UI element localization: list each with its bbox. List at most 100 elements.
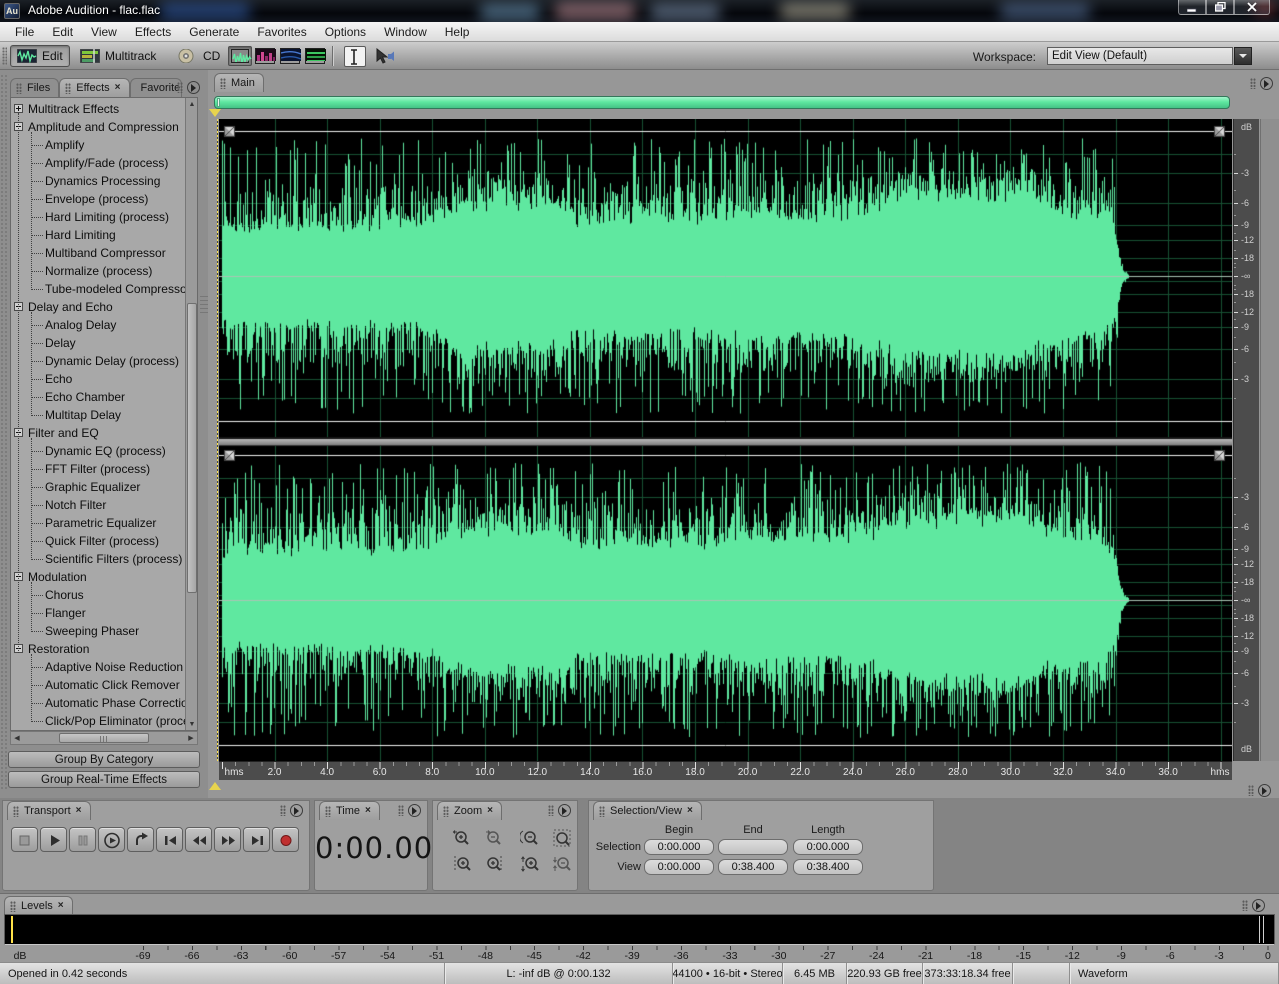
vscroll-thumb[interactable] (187, 303, 197, 593)
spectral-pan-view-button[interactable] (278, 46, 302, 66)
tree-effect-item[interactable]: Dynamic EQ (process) (11, 442, 185, 460)
menu-generate[interactable]: Generate (180, 23, 248, 41)
panel-menu-button[interactable] (187, 81, 200, 94)
tab-favorites[interactable]: Favorites (130, 78, 182, 97)
tree-effect-item[interactable]: Hard Limiting (process) (11, 208, 185, 226)
scrub-tool-button[interactable] (374, 46, 396, 67)
menu-help[interactable]: Help (436, 23, 479, 41)
selection-length-field[interactable]: 0:00.000 (793, 839, 863, 855)
panel-menu-button[interactable] (1258, 784, 1271, 797)
tree-effect-item[interactable]: Hard Limiting (11, 226, 185, 244)
timeline-ruler[interactable]: hms2.04.06.08.010.012.014.016.018.020.02… (219, 761, 1232, 780)
expand-icon[interactable] (14, 104, 23, 113)
play-button[interactable] (40, 827, 67, 852)
hscroll-thumb[interactable] (59, 733, 149, 743)
tree-effect-item[interactable]: Notch Filter (11, 496, 185, 514)
panel-grip-dots[interactable] (1242, 900, 1248, 911)
tree-effect-item[interactable]: Click/Pop Eliminator (process) (11, 712, 185, 730)
tree-effect-item[interactable]: FFT Filter (process) (11, 460, 185, 478)
vertical-db-scale[interactable]: dBdB-3-3-6-6-9-9-12-12-18-18-∞-3-3-6-6-9… (1233, 119, 1259, 761)
tree-effect-item[interactable]: Multiband Compressor (11, 244, 185, 262)
tree-effect-item[interactable]: Sweeping Phaser (11, 622, 185, 640)
record-button[interactable] (272, 827, 299, 852)
zoom-out-full-button[interactable] (517, 827, 543, 848)
close-tab-icon[interactable]: × (365, 806, 371, 816)
tree-effect-item[interactable]: Chorus (11, 586, 185, 604)
close-tab-icon[interactable]: × (115, 83, 121, 93)
title-bar[interactable]: Au Adobe Audition - flac.flac (0, 0, 1279, 22)
restore-button[interactable] (1206, 0, 1234, 15)
tree-effect-item[interactable]: Parametric Equalizer (11, 514, 185, 532)
zoom-in-horizontally-button[interactable] (449, 827, 475, 848)
stop-button[interactable] (11, 827, 38, 852)
zoom-in-vertically-button[interactable] (517, 853, 543, 874)
go-to-end-button[interactable] (243, 827, 270, 852)
tree-category[interactable]: Filter and EQ (11, 424, 185, 442)
rewind-button[interactable] (185, 827, 212, 852)
tree-category[interactable]: Restoration (11, 640, 185, 658)
tree-effect-item[interactable]: Analog Delay (11, 316, 185, 334)
tree-category[interactable]: Amplitude and Compression (11, 118, 185, 136)
panel-grip-dots[interactable] (548, 805, 554, 816)
tree-effect-item[interactable]: Graphic Equalizer (11, 478, 185, 496)
spectral-frequency-view-button[interactable] (253, 46, 277, 66)
play-looped-button[interactable] (127, 827, 154, 852)
group-realtime-effects-button[interactable]: Group Real-Time Effects (8, 771, 200, 788)
close-tab-icon[interactable]: × (76, 806, 82, 816)
cursor-marker-top[interactable] (209, 109, 221, 117)
overview-start-handle[interactable] (217, 98, 220, 107)
tree-effect-item[interactable]: Dynamics Processing (11, 172, 185, 190)
play-from-cursor-button[interactable] (98, 827, 125, 852)
view-begin-field[interactable]: 0:00.000 (644, 859, 714, 875)
panel-menu-button[interactable] (1260, 77, 1273, 90)
tree-effect-item[interactable]: Scientific Filters (process) (11, 550, 185, 568)
zoom-to-selection-button[interactable] (549, 827, 575, 848)
mode-button-cd[interactable]: CD (172, 45, 226, 67)
workspace-dropdown-arrow[interactable] (1234, 47, 1252, 65)
panel-grip-dots[interactable] (177, 82, 183, 93)
pause-button[interactable] (69, 827, 96, 852)
tab-transport[interactable]: Transport× (7, 801, 91, 820)
dock-grip-strip[interactable] (0, 74, 9, 790)
panel-menu-button[interactable] (558, 804, 571, 817)
panel-grip-dots[interactable] (280, 805, 286, 816)
panel-menu-button[interactable] (290, 804, 303, 817)
toolbar-grip[interactable] (2, 47, 7, 65)
tree-effect-item[interactable]: Tube-modeled Compressor (11, 280, 185, 298)
scroll-left-arrow[interactable]: ◀ (11, 732, 23, 744)
close-tab-icon[interactable]: × (487, 806, 493, 816)
tree-effect-item[interactable]: Automatic Click Remover (11, 676, 185, 694)
view-length-field[interactable]: 0:38.400 (793, 859, 863, 875)
close-button[interactable] (1234, 0, 1270, 15)
fast-forward-button[interactable] (214, 827, 241, 852)
tree-effect-item[interactable]: Echo (11, 370, 185, 388)
workspace-select[interactable]: Edit View (Default) (1047, 47, 1233, 65)
scroll-right-arrow[interactable]: ▶ (185, 732, 197, 744)
tree-effect-item[interactable]: Amplify/Fade (process) (11, 154, 185, 172)
overview-bar[interactable] (214, 96, 1230, 109)
playback-cursor[interactable] (217, 119, 218, 761)
close-tab-icon[interactable]: × (58, 901, 64, 911)
tab-time[interactable]: Time× (319, 801, 380, 820)
menu-favorites[interactable]: Favorites (248, 23, 315, 41)
tree-category[interactable]: Delay and Echo (11, 298, 185, 316)
dock-splitter-grip[interactable] (200, 296, 208, 316)
tab-main[interactable]: Main (214, 73, 264, 92)
waveform-view-button[interactable] (228, 46, 252, 66)
tree-effect-item[interactable]: Automatic Phase Correction (11, 694, 185, 712)
menu-view[interactable]: View (82, 23, 126, 41)
cursor-marker-bottom[interactable] (209, 782, 221, 790)
tree-effect-item[interactable]: Quick Filter (process) (11, 532, 185, 550)
group-by-category-button[interactable]: Group By Category (8, 751, 200, 768)
minimize-button[interactable] (1178, 0, 1206, 15)
tree-effect-item[interactable]: Echo Chamber (11, 388, 185, 406)
tree-effect-item[interactable]: Adaptive Noise Reduction (11, 658, 185, 676)
selection-end-field[interactable] (718, 839, 788, 855)
scroll-down-arrow[interactable]: ▼ (186, 718, 198, 730)
tree-effect-item[interactable]: Flanger (11, 604, 185, 622)
zoom-in-left-edge-button[interactable] (449, 853, 475, 874)
view-end-field[interactable]: 0:38.400 (718, 859, 788, 875)
mode-button-edit[interactable]: Edit (10, 45, 70, 67)
tab-effects[interactable]: Effects× (59, 78, 129, 97)
zoom-out-horizontally-button[interactable] (481, 827, 507, 848)
